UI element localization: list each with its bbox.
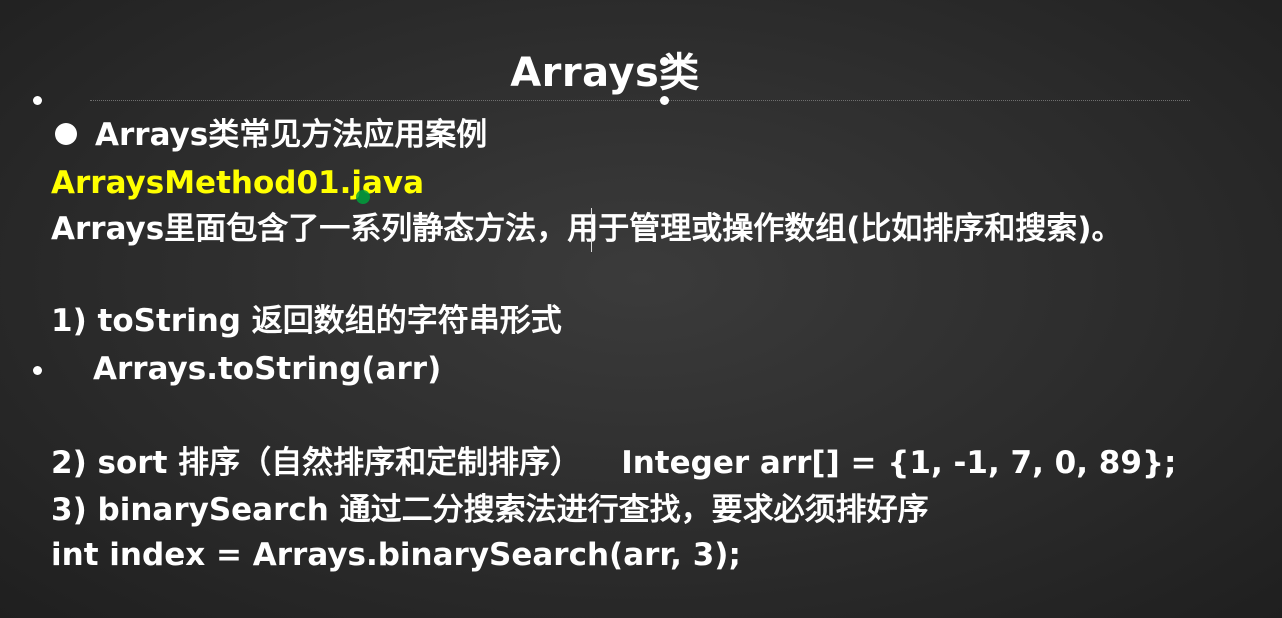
resize-handle-center-icon[interactable]	[660, 96, 669, 105]
resize-handle-top-icon[interactable]	[660, 57, 669, 66]
item3-title[interactable]: 3) binarySearch 通过二分搜索法进行查找，要求必须排好序	[51, 492, 929, 529]
item3-code[interactable]: int index = Arrays.binarySearch(arr, 3);	[51, 537, 741, 574]
resize-handle-mid-left-icon[interactable]	[33, 366, 42, 375]
resize-handle-left-icon[interactable]	[33, 96, 42, 105]
text-caret	[591, 208, 592, 252]
bullet-heading[interactable]: Arrays类常见方法应用案例	[55, 117, 487, 154]
mouse-cursor-icon	[356, 190, 370, 204]
item2-title: 2) sort 排序（自然排序和定制排序）	[51, 445, 582, 481]
bullet-icon	[55, 122, 77, 145]
bullet-heading-text: Arrays类常见方法应用案例	[95, 117, 488, 153]
item2-line[interactable]: 2) sort 排序（自然排序和定制排序） Integer arr[] = {1,…	[51, 445, 1176, 482]
item1-title[interactable]: 1) toString 返回数组的字符串形式	[51, 303, 562, 340]
item2-code: Integer arr[] = {1, -1, 7, 0, 89};	[621, 445, 1177, 481]
item1-code[interactable]: Arrays.toString(arr)	[93, 351, 441, 388]
title-divider	[90, 100, 1190, 101]
slide-title[interactable]: Arrays类	[0, 40, 1210, 98]
slide: Arrays类 Arrays类常见方法应用案例 ArraysMethod01.j…	[0, 0, 1282, 618]
description-text[interactable]: Arrays里面包含了一系列静态方法，用于管理或操作数组(比如排序和搜索)。	[51, 211, 1123, 248]
